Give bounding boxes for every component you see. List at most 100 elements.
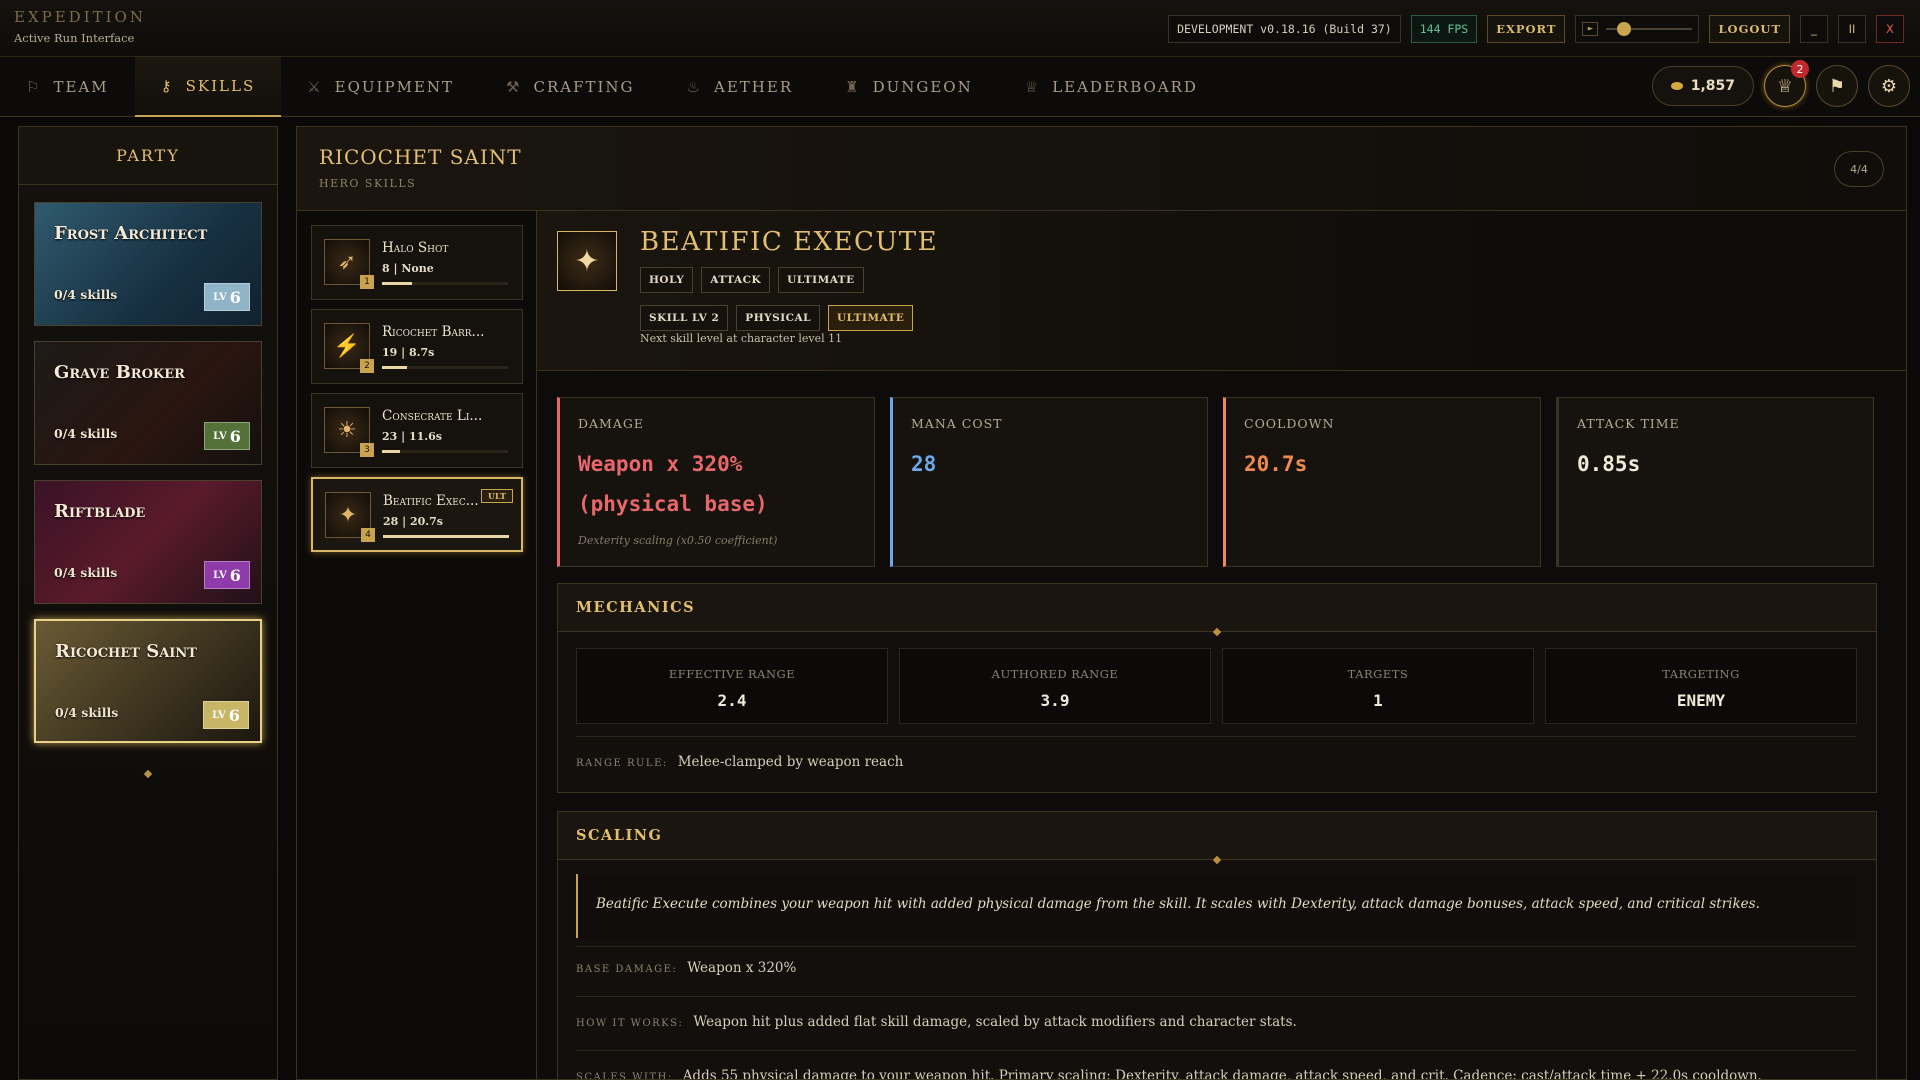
level-prefix: LV (213, 430, 227, 442)
skill-progress-bar (382, 366, 508, 369)
divider-ornament (143, 769, 153, 779)
skill-chip: Physical (736, 305, 820, 331)
panel-subtitle: Hero Skills (319, 177, 417, 190)
tab-label: Aether (714, 78, 794, 96)
stat-value: 0.85s (1577, 452, 1641, 476)
skill-list-item[interactable]: ⚡ 2 Ricochet Barr... 19 | 8.7s (311, 309, 523, 384)
trophy-icon: ♕ (1776, 75, 1794, 97)
logout-button[interactable]: LOGOUT (1709, 15, 1790, 43)
tab-dungeon[interactable]: ♜ Dungeon (819, 57, 999, 117)
skill-progress-fill (382, 282, 413, 285)
stat-card-mana-cost: Mana Cost 28 (890, 397, 1208, 567)
skill-progress-fill (383, 535, 509, 538)
hero-card[interactable]: Ricochet Saint 0/4 skills LV 6 (34, 619, 262, 743)
tab-leaderboard[interactable]: ♕ Leaderboard (999, 57, 1224, 117)
divider (576, 996, 1856, 997)
hero-name: Grave Broker (54, 362, 185, 383)
volume-slider[interactable] (1606, 22, 1693, 36)
hero-card[interactable]: Frost Architect 0/4 skills LV 6 (34, 202, 262, 326)
hero-level-badge: LV 6 (204, 283, 250, 311)
scales-with-label: Scales with: (576, 1072, 673, 1080)
stat-label: Mana Cost (911, 416, 1003, 431)
scaling-title: Scaling (558, 812, 1876, 860)
hero-skill-count: 0/4 skills (54, 426, 118, 441)
skill-meta: 8 | None (382, 262, 434, 275)
speaker-icon[interactable]: ► (1582, 22, 1599, 36)
nav-actions: 1,857 ♕ 2 ⚑ ⚙ (1651, 60, 1910, 107)
gold-amount: 1,857 (1690, 78, 1735, 94)
range-rule-label: Range Rule: (576, 758, 668, 769)
stat-label: Cooldown (1244, 416, 1335, 431)
skill-progress-bar (383, 535, 509, 538)
skill-meta: 23 | 11.6s (382, 430, 442, 443)
winged-emblem-icon: ✦ (557, 231, 617, 291)
stat-card-damage: Damage Weapon x 320% (physical base) Dexte… (557, 397, 875, 567)
range-rule-value: Melee-clamped by weapon reach (677, 754, 904, 770)
mechanic-label: Authored Range (991, 667, 1119, 681)
settings-button[interactable]: ⚙ (1868, 65, 1910, 107)
how-it-works-value: Weapon hit plus added flat skill damage,… (693, 1014, 1297, 1030)
party-title: Party (19, 127, 277, 185)
skill-list-item[interactable]: ☀ 3 Consecrate Li... 23 | 11.6s (311, 393, 523, 468)
hero-card[interactable]: Grave Broker 0/4 skills LV 6 (34, 341, 262, 465)
export-button[interactable]: EXPORT (1487, 15, 1566, 43)
party-panel: Party Frost Architect 0/4 skills LV 6 Grave … (18, 126, 278, 1080)
volume-knob[interactable] (1616, 22, 1631, 36)
minimize-button[interactable]: _ (1800, 15, 1828, 43)
mechanic-value: ENEMY (1676, 691, 1726, 710)
anvil-icon: ⚒ (506, 78, 522, 96)
how-it-works-row: How it works: Weapon hit plus added flat… (576, 1014, 1297, 1030)
skill-slot-number: 3 (360, 443, 374, 457)
tab-label: Team (53, 78, 109, 96)
hero-name: Frost Architect (54, 223, 208, 244)
skill-progress-bar (382, 450, 508, 453)
hero-skill-count: 0/4 skills (54, 565, 118, 580)
stat-note: Dexterity scaling (x0.50 coefficient) (578, 534, 778, 547)
radiance-icon: ☀ 3 (324, 407, 374, 457)
skill-progress-fill (382, 450, 400, 453)
tab-team[interactable]: ⚐ Team (0, 57, 135, 117)
top-controls: DEVELOPMENT v0.18.16 (Build 37) 144 FPS … (1168, 15, 1904, 43)
skill-slot-number: 2 (360, 359, 374, 373)
achievements-button[interactable]: ♕ 2 (1764, 60, 1809, 107)
tab-label: Skills (185, 77, 256, 95)
tab-label: Leaderboard (1052, 78, 1198, 96)
hero-name: Ricochet Saint (55, 641, 197, 662)
skill-chips: Skill Lv 2 Physical Ultimate (640, 305, 914, 331)
tab-skills[interactable]: ⚷ Skills (134, 57, 282, 117)
skill-list: ➶ 1 Halo Shot 8 | None ⚡ 2 Ricochet Barr... 19 … (297, 211, 537, 1079)
tab-crafting[interactable]: ⚒ Crafting (480, 57, 661, 117)
hero-level: 6 (229, 426, 241, 446)
coin-icon (1670, 82, 1683, 90)
base-damage-label: Base Damage: (576, 964, 678, 975)
hero-name: Riftblade (54, 501, 146, 522)
mechanics-title: Mechanics (558, 584, 1876, 632)
tab-label: Crafting (533, 78, 635, 96)
shop-button[interactable]: ⚑ (1816, 65, 1858, 107)
scales-with-value: Adds 55 physical damage to your weapon h… (682, 1068, 1762, 1080)
skills-panel: Ricochet Saint Hero Skills 4/4 ➶ 1 Halo Sh… (296, 126, 1907, 1080)
stat-card-cooldown: Cooldown 20.7s (1223, 397, 1541, 567)
hero-card[interactable]: Riftblade 0/4 skills LV 6 (34, 480, 262, 604)
tab-aether[interactable]: ♨ Aether (661, 57, 820, 117)
stat-value: Weapon x 320% (physical base) (578, 452, 768, 516)
how-it-works-label: How it works: (576, 1018, 684, 1029)
skill-detail-header: ✦ Beatific Execute Holy Attack Ultimate Sk… (537, 211, 1906, 371)
pause-button[interactable]: II (1838, 15, 1866, 43)
tab-label: Dungeon (872, 78, 973, 96)
close-button[interactable]: X (1876, 15, 1904, 43)
scaling-description: Beatific Execute combines your weapon hi… (576, 874, 1856, 938)
lightning-icon: ⚡ 2 (324, 323, 374, 373)
skill-list-item[interactable]: ➶ 1 Halo Shot 8 | None (311, 225, 523, 300)
volume-control[interactable]: ► (1575, 15, 1700, 43)
mechanic-label: Targets (1347, 667, 1409, 681)
bow-icon: ➶ 1 (324, 239, 374, 289)
hero-level: 6 (229, 565, 241, 585)
skill-list-item[interactable]: ✦ 4 Beatific Exec... 28 | 20.7s ULT (311, 477, 523, 552)
tab-equipment[interactable]: ⚔ Equipment (281, 57, 480, 117)
hero-level-badge: LV 6 (204, 422, 250, 450)
skill-tags: Holy Attack Ultimate (640, 267, 864, 293)
brand: EXPEDITION Active Run Interface (14, 8, 146, 45)
base-damage-row: Base Damage: Weapon x 320% (576, 960, 796, 976)
next-level-note: Next skill level at character level 11 (640, 332, 843, 345)
